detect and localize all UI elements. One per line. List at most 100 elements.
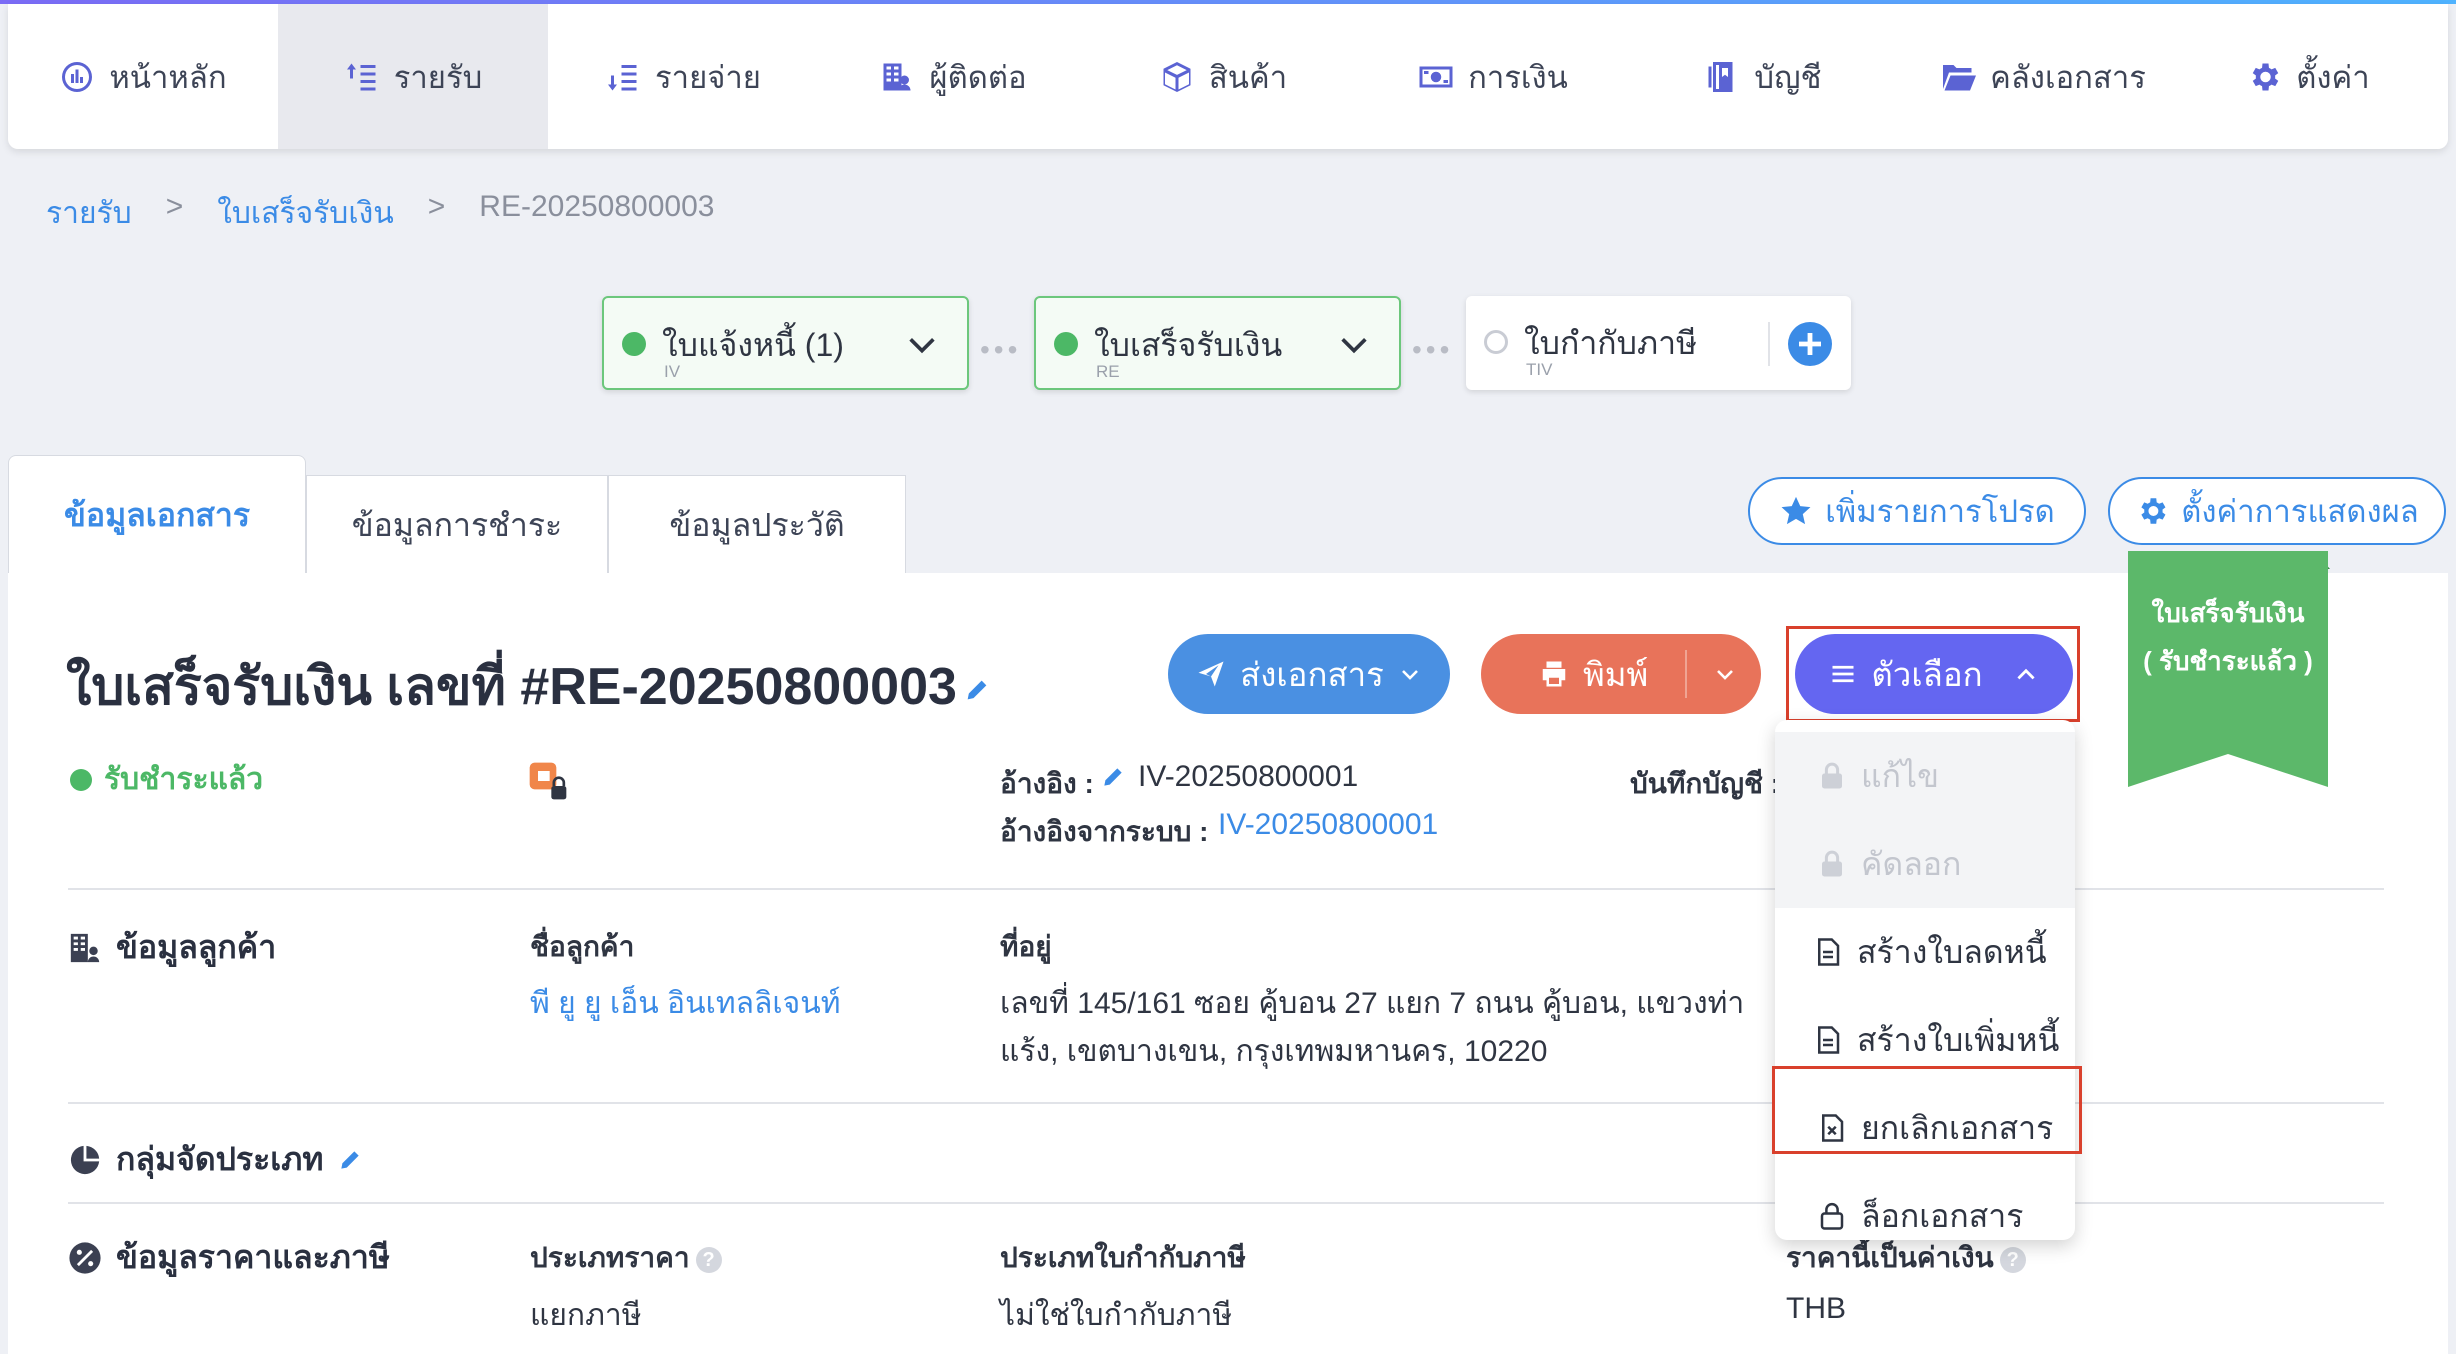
contacts-icon xyxy=(883,63,911,90)
button-divider xyxy=(1685,650,1687,698)
top-navigation: หน้าหลัก รายรับ รายจ่าย ผู้ติดต่อ สินค้า… xyxy=(8,4,2448,149)
building-user-icon xyxy=(70,933,100,962)
breadcrumb-current: RE-20250800003 xyxy=(479,190,715,223)
chevron-down-icon[interactable] xyxy=(1337,328,1371,362)
money-icon xyxy=(1419,66,1453,87)
nav-item-settings[interactable]: ตั้งค่า xyxy=(2188,4,2428,149)
reference-label: อ้างอิง : xyxy=(1000,768,1094,799)
income-icon xyxy=(346,63,376,90)
price-type-label: ประเภทราคา? xyxy=(530,1236,722,1280)
chevron-down-icon[interactable] xyxy=(905,328,939,362)
customer-section-title: ข้อมูลลูกค้า xyxy=(68,922,276,973)
pencil-icon[interactable] xyxy=(963,676,991,704)
printer-icon xyxy=(1542,661,1566,687)
nav-item-accounting[interactable]: บัญชี xyxy=(1628,4,1898,149)
flow-connector: ••• xyxy=(980,334,1022,365)
pricing-section-title: ข้อมูลราคาและภาษี xyxy=(68,1232,390,1283)
dashboard-icon xyxy=(62,61,93,92)
tab-history-info[interactable]: ข้อมูลประวัติ xyxy=(608,475,906,575)
menu-item-edit[interactable]: แก้ไข xyxy=(1775,732,2075,820)
gear-icon xyxy=(2141,498,2166,524)
nav-item-home[interactable]: หน้าหลัก xyxy=(8,4,278,149)
help-icon[interactable]: ? xyxy=(1999,1246,2026,1273)
breadcrumb: รายรับ > ใบเสร็จรับเงิน > RE-20250800003 xyxy=(46,190,714,237)
flow-receipt-title: ใบเสร็จรับเงิน xyxy=(1094,327,1283,363)
nav-item-products[interactable]: สินค้า xyxy=(1088,4,1358,149)
help-icon[interactable]: ? xyxy=(695,1246,722,1273)
breadcrumb-receipt[interactable]: ใบเสร็จรับเงิน xyxy=(217,190,394,237)
address-label: ที่อยู่ xyxy=(1000,931,1052,962)
status-badge: รับชำระแล้ว xyxy=(70,756,263,803)
flow-tax-invoice[interactable]: ใบกำกับภาษี TIV xyxy=(1466,296,1851,390)
display-settings-button[interactable]: ตั้งค่าการแสดงผล xyxy=(2108,477,2446,545)
add-favorite-button[interactable]: เพิ่มรายการโปรด xyxy=(1748,477,2086,545)
price-type-value: แยกภาษี xyxy=(530,1299,642,1332)
chevron-down-icon xyxy=(1401,670,1418,680)
flow-tax-invoice-code: TIV xyxy=(1526,360,1553,379)
menu-item-copy[interactable]: คัดลอก xyxy=(1775,820,2075,908)
nav-item-income[interactable]: รายรับ xyxy=(278,4,548,149)
system-reference-label: อ้างอิงจากระบบ : xyxy=(1000,816,1209,847)
tab-joint xyxy=(10,565,304,577)
options-dropdown-menu: แก้ไข คัดลอก สร้างใบลดหนี้ สร้างใบเพิ่มห… xyxy=(1775,720,2075,1240)
expense-icon xyxy=(608,64,637,90)
lock-icon xyxy=(1822,762,1842,789)
star-icon xyxy=(1781,496,1811,525)
flow-receipt[interactable]: ใบเสร็จรับเงิน RE xyxy=(1034,296,1401,390)
lock-outline-icon xyxy=(1820,1202,1844,1230)
pie-chart-icon xyxy=(70,1145,100,1174)
status-dot xyxy=(622,332,646,356)
nav-item-expense[interactable]: รายจ่าย xyxy=(548,4,818,149)
nav-item-contacts[interactable]: ผู้ติดต่อ xyxy=(818,4,1088,149)
page-title: ใบเสร็จรับเงิน เลขที่ #RE-20250800003 xyxy=(66,644,991,727)
menu-item-lock-document[interactable]: ล็อกเอกสาร xyxy=(1775,1172,2075,1240)
address-line-2: แร้ง, เขตบางเขน, กรุงเทพมหานคร, 10220 xyxy=(1000,1035,1548,1068)
gear-icon xyxy=(2253,63,2279,90)
pencil-icon[interactable] xyxy=(1100,764,1126,790)
tax-invoice-type-label: ประเภทใบกำกับภาษี xyxy=(1000,1242,1246,1273)
currency-value: THB xyxy=(1786,1292,1846,1325)
tab-document-info[interactable]: ข้อมูลเอกสาร xyxy=(8,455,306,575)
print-button[interactable]: พิมพ์ xyxy=(1481,634,1761,714)
flow-receipt-code: RE xyxy=(1096,362,1120,381)
divider xyxy=(1768,322,1770,366)
flow-connector: ••• xyxy=(1412,334,1454,365)
pencil-icon[interactable] xyxy=(337,1147,363,1173)
journal-label: บันทึกบัญชี : xyxy=(1630,768,1781,799)
reference-value: IV-20250800001 xyxy=(1138,760,1359,793)
menu-item-create-credit-note[interactable]: สร้างใบลดหนี้ xyxy=(1775,908,2075,996)
percent-badge-icon xyxy=(69,1241,101,1274)
tab-payment-info[interactable]: ข้อมูลการชำระ xyxy=(306,475,608,575)
tax-invoice-type-value: ไม่ใช่ใบกำกับภาษี xyxy=(1000,1299,1233,1332)
flow-invoice[interactable]: ใบแจ้งหนี้ (1) IV xyxy=(602,296,969,390)
chevron-down-icon[interactable] xyxy=(1713,662,1737,686)
system-reference-link[interactable]: IV-20250800001 xyxy=(1218,808,1438,842)
status-dot xyxy=(1054,332,1078,356)
nav-item-finance[interactable]: การเงิน xyxy=(1358,4,1628,149)
cancel-highlight-box xyxy=(1772,1066,2082,1154)
status-dot xyxy=(70,768,92,791)
customer-name-label: ชื่อลูกค้า xyxy=(530,931,635,962)
currency-label: ราคานี้เป็นค่าเงิน? xyxy=(1786,1236,2026,1280)
document-icon xyxy=(1818,1026,1840,1054)
document-icon xyxy=(1818,938,1840,966)
paper-plane-icon xyxy=(1198,661,1224,687)
lock-icon xyxy=(1822,850,1842,877)
address-line-1: เลขที่ 145/161 ซอย คู้บอน 27 แยก 7 ถนน ค… xyxy=(1000,987,1745,1020)
options-highlight-box xyxy=(1786,626,2080,722)
status-ribbon: ใบเสร็จรับเงิน ( รับชำระแล้ว ) xyxy=(2128,551,2328,787)
product-box-icon xyxy=(1163,61,1191,92)
flow-invoice-code: IV xyxy=(664,362,681,381)
classification-section-title: กลุ่มจัดประเภท xyxy=(68,1134,363,1185)
flow-invoice-title: ใบแจ้งหนี้ (1) xyxy=(662,327,844,363)
ledger-icon xyxy=(1708,61,1733,92)
customer-name-link[interactable]: พี ยู ยู เอ็น อินเทลลิเจนท์ xyxy=(530,980,841,1027)
breadcrumb-separator: > xyxy=(427,190,446,223)
breadcrumb-separator: > xyxy=(165,190,184,223)
nav-item-documents[interactable]: คลังเอกสาร xyxy=(1898,4,2188,149)
folder-icon xyxy=(1943,64,1977,90)
status-dot-empty xyxy=(1484,330,1508,354)
add-circle-icon[interactable] xyxy=(1786,320,1834,368)
send-document-button[interactable]: ส่งเอกสาร xyxy=(1168,634,1450,714)
breadcrumb-income[interactable]: รายรับ xyxy=(46,190,132,237)
